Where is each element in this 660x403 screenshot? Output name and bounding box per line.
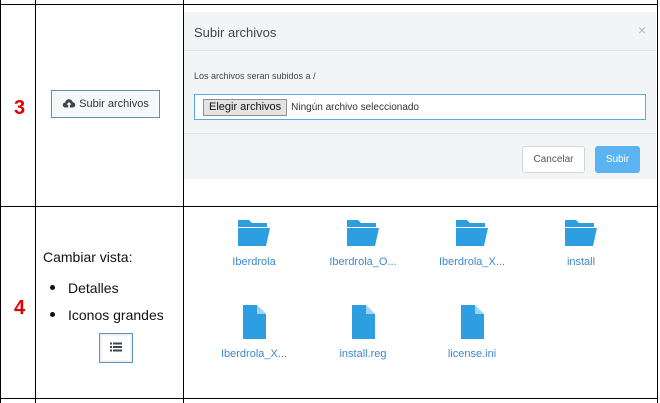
table-column-divider-1	[35, 0, 36, 403]
view-options-list: Detalles Iconos grandes	[43, 274, 164, 328]
cancel-button[interactable]: Cancelar	[522, 146, 585, 173]
folder-icon	[422, 214, 522, 248]
modal-header: Subir archivos ×	[184, 12, 656, 51]
file-item-folder[interactable]: Iberdrola	[204, 214, 304, 268]
file-icon	[204, 304, 304, 340]
upload-files-button[interactable]: Subir archivos	[51, 90, 160, 118]
table-row-divider-bottom	[0, 398, 658, 399]
upload-modal: Subir archivos × Los archivos seran subi…	[184, 12, 656, 179]
file-item-folder[interactable]: Iberdrola_O...	[313, 214, 413, 268]
table-border-right	[657, 0, 658, 403]
file-item-label[interactable]: install	[531, 256, 631, 268]
file-input-field[interactable]: Elegir archivos Ningún archivo seleccion…	[194, 94, 646, 120]
bullet-icon	[50, 285, 55, 290]
file-icon	[422, 304, 522, 340]
file-item-label[interactable]: Iberdrola_O...	[313, 256, 413, 268]
modal-footer-divider	[184, 133, 656, 134]
file-item-label[interactable]: Iberdrola_X...	[204, 348, 304, 360]
close-icon[interactable]: ×	[638, 23, 646, 37]
view-option-label: Detalles	[68, 279, 119, 296]
change-view-label: Cambiar vista:	[43, 249, 133, 265]
file-item-label[interactable]: Iberdrola	[204, 256, 304, 268]
row-number-4: 4	[14, 297, 26, 319]
table-border-left	[0, 0, 1, 403]
modal-title: Subir archivos	[194, 25, 277, 40]
toggle-view-button[interactable]	[99, 333, 133, 363]
file-item-folder[interactable]: Iberdrola_X...	[422, 214, 522, 268]
file-item-label[interactable]: install.reg	[313, 348, 413, 360]
folder-icon	[531, 214, 631, 248]
file-item-folder[interactable]: install	[531, 214, 631, 268]
upload-files-label: Subir archivos	[79, 98, 149, 110]
view-option-large-icons: Iconos grandes	[43, 301, 164, 328]
choose-files-button[interactable]: Elegir archivos	[203, 98, 288, 116]
no-file-selected-text: Ningún archivo seleccionado	[291, 101, 419, 113]
upload-destination-text: Los archivos seran subidos a /	[194, 71, 316, 81]
file-item-document[interactable]: Iberdrola_X...	[204, 304, 304, 360]
file-item-document[interactable]: install.reg	[313, 304, 413, 360]
file-item-label[interactable]: Iberdrola_X...	[422, 256, 522, 268]
view-option-details: Detalles	[43, 274, 164, 301]
cloud-upload-icon	[62, 98, 76, 110]
row-number-3: 3	[14, 97, 26, 119]
view-option-label: Iconos grandes	[68, 306, 164, 323]
folder-icon	[204, 214, 304, 248]
file-item-label[interactable]: license.ini	[422, 348, 522, 360]
file-icon	[313, 304, 413, 340]
bullet-icon	[50, 312, 55, 317]
folder-icon	[313, 214, 413, 248]
table-row-divider-middle	[0, 206, 658, 207]
file-item-document[interactable]: license.ini	[422, 304, 522, 360]
list-view-icon	[110, 339, 122, 357]
table-row-divider-top	[0, 4, 658, 5]
submit-button[interactable]: Subir	[595, 146, 640, 173]
